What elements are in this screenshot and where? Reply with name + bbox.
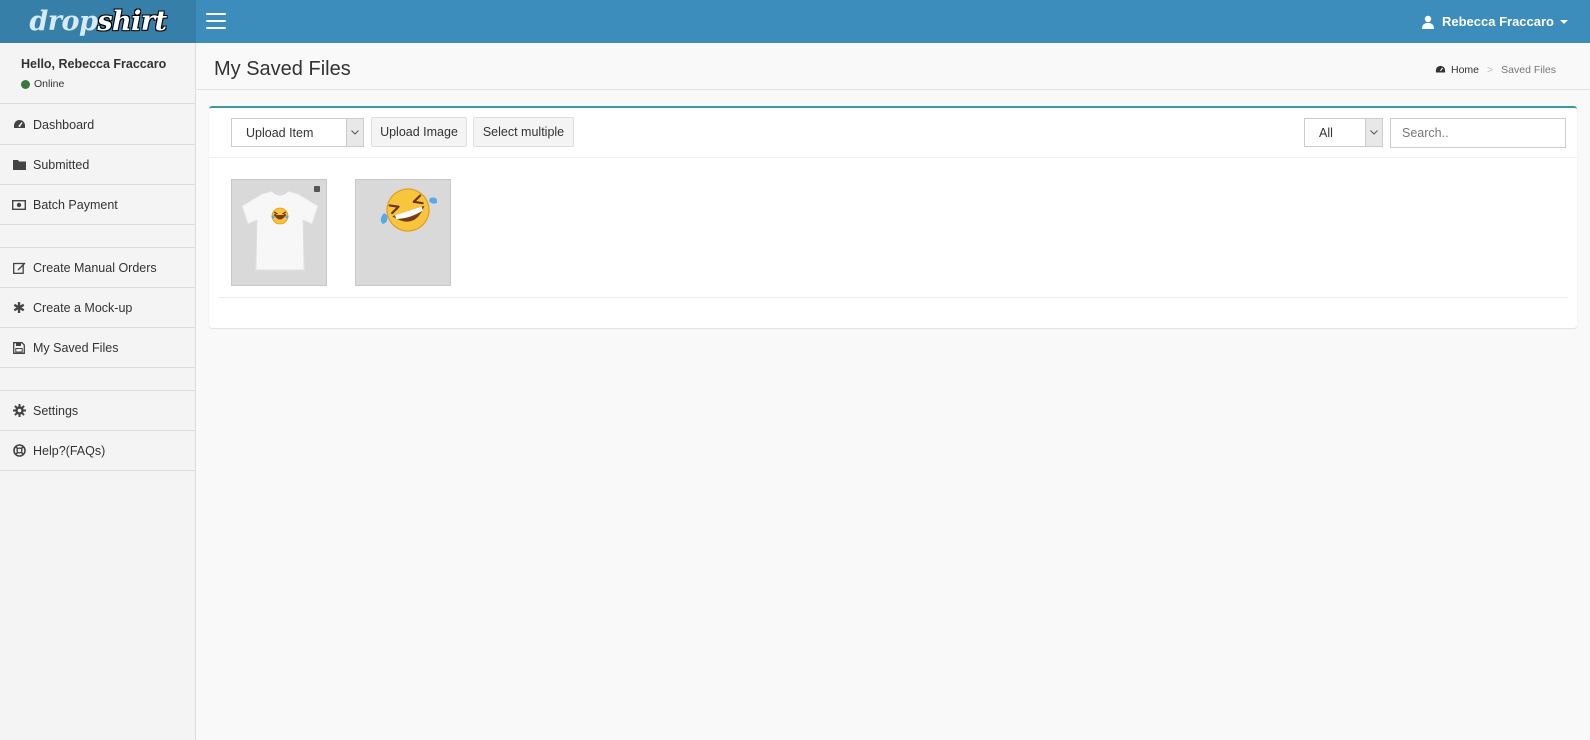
sidebar-item-label: Settings bbox=[33, 403, 79, 418]
user-greeting: Hello, Rebecca Fraccaro bbox=[21, 57, 167, 71]
sidebar-divider bbox=[0, 225, 195, 248]
breadcrumb-home[interactable]: Home bbox=[1435, 64, 1479, 76]
page-title: My Saved Files bbox=[214, 58, 351, 80]
sidebar-item-create-mockup[interactable]: ✱ Create a Mock-up bbox=[0, 288, 195, 328]
sidebar-item-help[interactable]: Help?(FAQs) bbox=[0, 431, 195, 471]
top-navbar: dropshirt Rebecca Fraccaro bbox=[0, 0, 1590, 43]
saved-files-panel: Upload Item Upload Image Select multiple… bbox=[209, 106, 1577, 328]
brand-logo[interactable]: dropshirt bbox=[0, 0, 196, 43]
save-icon bbox=[12, 341, 26, 355]
upload-item-select[interactable]: Upload Item bbox=[231, 118, 364, 147]
sidebar-item-my-saved-files[interactable]: My Saved Files bbox=[0, 328, 195, 368]
dashboard-icon bbox=[12, 118, 26, 132]
logo-text: dropshirt bbox=[29, 6, 167, 37]
sidebar-item-label: Submitted bbox=[33, 157, 90, 172]
sidebar: Hello, Rebecca Fraccaro Online Dashboard… bbox=[0, 43, 196, 740]
upload-image-button[interactable]: Upload Image bbox=[371, 117, 467, 147]
dashboard-icon bbox=[1435, 65, 1446, 73]
chevron-down-icon bbox=[346, 119, 363, 146]
status-badge: Online bbox=[21, 78, 195, 90]
sidebar-item-label: Create Manual Orders bbox=[33, 260, 157, 275]
lifebuoy-icon bbox=[12, 444, 26, 458]
user-panel: Hello, Rebecca Fraccaro Online bbox=[0, 43, 195, 104]
upload-item-select-label: Upload Item bbox=[246, 126, 314, 140]
select-multiple-button[interactable]: Select multiple bbox=[473, 117, 574, 147]
sidebar-item-settings[interactable]: Settings bbox=[0, 391, 195, 431]
user-menu-name: Rebecca Fraccaro bbox=[1441, 14, 1554, 29]
status-text: Online bbox=[34, 78, 65, 90]
user-menu[interactable]: Rebecca Fraccaro bbox=[1421, 0, 1568, 43]
sidebar-item-label: Create a Mock-up bbox=[33, 300, 133, 315]
file-thumbnail-emoji[interactable] bbox=[355, 179, 451, 286]
sidebar-divider bbox=[0, 368, 195, 391]
chevron-down-icon bbox=[1560, 19, 1568, 24]
chevron-down-icon bbox=[1365, 119, 1382, 146]
money-icon bbox=[12, 198, 26, 212]
content-header: My Saved Files Home > Saved Files bbox=[197, 43, 1590, 90]
filter-select[interactable]: All bbox=[1304, 118, 1383, 147]
laughing-emoji-icon bbox=[380, 188, 438, 232]
breadcrumb: Home > Saved Files bbox=[1435, 64, 1556, 76]
file-thumbnail-tshirt[interactable] bbox=[231, 179, 327, 286]
user-icon bbox=[1421, 15, 1434, 29]
sidebar-item-label: Batch Payment bbox=[33, 197, 118, 212]
logo-part-drop: drop bbox=[29, 6, 98, 37]
logo-part-shirt: shirt bbox=[97, 6, 167, 37]
files-toolbar: Upload Item Upload Image Select multiple… bbox=[209, 108, 1577, 158]
sidebar-item-label: Dashboard bbox=[33, 117, 95, 132]
breadcrumb-home-label: Home bbox=[1450, 64, 1479, 76]
sidebar-toggle-icon[interactable] bbox=[206, 13, 226, 29]
tshirt-icon bbox=[241, 186, 320, 271]
breadcrumb-separator: > bbox=[1487, 64, 1494, 76]
folder-icon bbox=[12, 158, 26, 172]
breadcrumb-current: Saved Files bbox=[1501, 64, 1556, 76]
asterisk-icon: ✱ bbox=[12, 299, 26, 317]
sidebar-item-submitted[interactable]: Submitted bbox=[0, 145, 195, 185]
edit-icon bbox=[12, 261, 26, 275]
sidebar-item-dashboard[interactable]: Dashboard bbox=[0, 105, 195, 145]
search-input[interactable] bbox=[1390, 118, 1566, 148]
sidebar-item-label: Help?(FAQs) bbox=[33, 443, 106, 458]
sidebar-item-create-manual-orders[interactable]: Create Manual Orders bbox=[0, 248, 195, 288]
sidebar-item-label: My Saved Files bbox=[33, 340, 119, 355]
filter-select-label: All bbox=[1319, 126, 1333, 140]
gear-icon bbox=[12, 404, 26, 418]
files-grid bbox=[218, 158, 1568, 298]
online-dot-icon bbox=[21, 79, 30, 89]
sidebar-item-batch-payment[interactable]: Batch Payment bbox=[0, 185, 195, 225]
